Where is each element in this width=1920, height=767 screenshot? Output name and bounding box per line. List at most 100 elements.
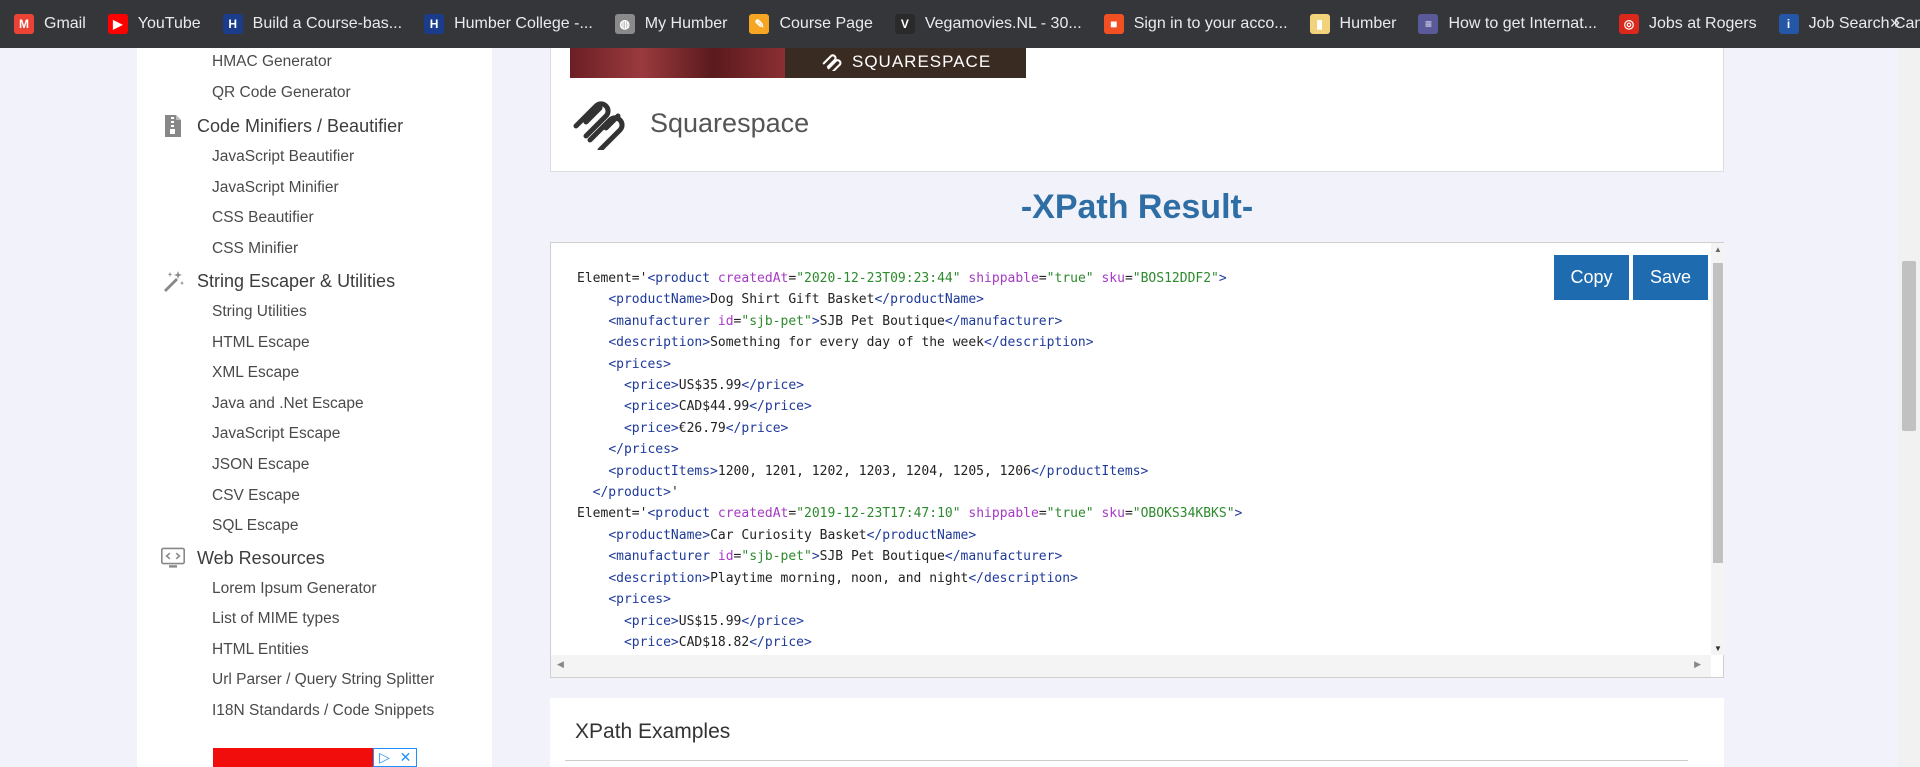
sidebar-item-string-utilities[interactable]: String Utilities (212, 303, 307, 321)
scroll-down-icon[interactable]: ▼ (1714, 644, 1722, 653)
globe-icon: ◍ (614, 14, 635, 34)
bookmark-item[interactable]: ▮ Humber (1309, 14, 1397, 34)
ad-choices[interactable]: ▷ ✕ (373, 748, 417, 767)
sidebar-section-label: Code Minifiers / Beautifier (197, 115, 404, 136)
sidebar-item-html-escape[interactable]: HTML Escape (212, 334, 310, 352)
bookmark-item[interactable]: H Build a Course-bas... (222, 14, 403, 34)
code-line: <productName>Dog Shirt Gift Basket</prod… (608, 292, 985, 308)
bookmark-label: Sign in to your acco... (1133, 15, 1288, 32)
squarespace-logo-icon (822, 54, 842, 71)
copy-button[interactable]: Copy (1554, 255, 1629, 300)
code-line: </prices> (608, 442, 679, 458)
file-zip-icon (161, 113, 185, 139)
bookmark-label: YouTube (137, 15, 201, 32)
code-line: Element='<product createdAt="2019-12-23T… (577, 506, 1243, 522)
bookmark-label: Gmail (44, 15, 86, 32)
ad-info-icon[interactable]: ▷ (374, 749, 395, 766)
sidebar-item-hmac-generator[interactable]: HMAC Generator (212, 53, 332, 71)
sidebar-section-string-escaper[interactable]: String Escaper & Utilities (161, 268, 395, 294)
ad-close-icon[interactable]: ✕ (395, 749, 416, 766)
bookmark-label: My Humber (644, 15, 728, 32)
page-scrollbar[interactable] (1898, 48, 1920, 767)
bookmark-label: How to get Internat... (1448, 15, 1597, 32)
ad-brand-name[interactable]: Squarespace (650, 108, 809, 139)
vegamovies-icon: V (894, 14, 915, 34)
sidebar-section-web-resources[interactable]: Web Resources (161, 545, 325, 571)
bookmarks-list: M Gmail ▶ YouTube H Build a Course-bas... H Hum… (14, 14, 1920, 34)
more-bookmarks-button[interactable]: » (1890, 12, 1900, 33)
bookmark-item[interactable]: ■ Sign in to your acco... (1103, 14, 1288, 34)
pencil-icon: ✎ (749, 14, 770, 34)
sidebar-item-json-escape[interactable]: JSON Escape (212, 456, 309, 474)
jobsearch-icon: i (1778, 14, 1799, 34)
ad-banner-text: SQUARESPACE (852, 52, 992, 71)
bookmark-label: Vegamovies.NL - 30... (924, 15, 1082, 32)
scrollbar-thumb[interactable] (1713, 263, 1723, 563)
code-line: <productName>Car Curiosity Basket</produ… (608, 527, 977, 543)
magic-wand-icon (161, 268, 185, 294)
sidebar-item-sql-escape[interactable]: SQL Escape (212, 517, 298, 535)
bookmark-label: Humber (1339, 15, 1397, 32)
ad-banner-image[interactable]: SQUARESPACE (570, 48, 1026, 78)
xpath-result-editor[interactable]: Element='<product createdAt="2020-12-23T… (550, 242, 1725, 678)
code-line: <price>CAD$44.99</price> (623, 399, 812, 415)
sidebar-item-javascript-minifier[interactable]: JavaScript Minifier (212, 179, 339, 197)
editor-horizontal-scrollbar[interactable]: ◀ ▶ (551, 655, 1711, 677)
sidebar-item-qr-code-generator[interactable]: QR Code Generator (212, 84, 351, 102)
bookmark-item[interactable]: V Vegamovies.NL - 30... (894, 14, 1082, 34)
bookmark-label: Job Search Canada... (1808, 15, 1920, 32)
ad-card[interactable]: SQUARESPACE Squarespace (550, 48, 1724, 172)
sidebar-item-i18n-standards[interactable]: I18N Standards / Code Snippets (212, 702, 434, 720)
humber-icon: H (424, 14, 445, 34)
bookmark-item[interactable]: ✎ Course Page (749, 14, 873, 34)
sidebar-item-javascript-escape[interactable]: JavaScript Escape (212, 425, 340, 443)
code-line: </product>' (592, 485, 679, 501)
bookmark-item[interactable]: ▶ YouTube (107, 14, 201, 34)
sidebar-section-label: Web Resources (197, 547, 325, 568)
sidebar-item-java-net-escape[interactable]: Java and .Net Escape (212, 395, 364, 413)
bookmark-label: Humber College -... (454, 15, 593, 32)
bookmark-item[interactable]: ≡ How to get Internat... (1418, 14, 1597, 34)
sidebar-item-html-entities[interactable]: HTML Entities (212, 641, 309, 659)
scroll-up-icon[interactable]: ▲ (1714, 245, 1722, 254)
youtube-icon: ▶ (107, 14, 128, 34)
code-content[interactable]: Element='<product createdAt="2020-12-23T… (577, 268, 1242, 653)
sidebar-item-javascript-beautifier[interactable]: JavaScript Beautifier (212, 148, 354, 166)
code-line: <prices> (608, 592, 671, 608)
code-line: <price>€26.79</price> (623, 420, 789, 436)
code-line: <price>US$15.99</price> (623, 613, 805, 629)
main-content: SQUARESPACE Squarespace -XPath Result- E… (540, 48, 1762, 767)
save-button[interactable]: Save (1633, 255, 1708, 300)
sidebar-item-xml-escape[interactable]: XML Escape (212, 364, 299, 382)
sidebar-item-lorem-ipsum-generator[interactable]: Lorem Ipsum Generator (212, 580, 377, 598)
sidebar-item-mime-types[interactable]: List of MIME types (212, 610, 339, 628)
squarespace-logo-icon (573, 101, 625, 150)
scroll-left-icon[interactable]: ◀ (557, 659, 564, 670)
sidebar-item-css-beautifier[interactable]: CSS Beautifier (212, 209, 314, 227)
code-line: <productItems>1200, 1201, 1202, 1203, 12… (608, 463, 1149, 479)
sidebar-section-code-minifiers[interactable]: Code Minifiers / Beautifier (161, 113, 403, 139)
page-title: -XPath Result- (1020, 188, 1254, 226)
bookmark-item[interactable]: M Gmail (14, 14, 86, 34)
sidebar-item-url-parser[interactable]: Url Parser / Query String Splitter (212, 671, 434, 689)
sidebar-item-csv-escape[interactable]: CSV Escape (212, 487, 300, 505)
page-scrollbar-thumb[interactable] (1902, 261, 1916, 431)
humber-icon: H (222, 14, 243, 34)
code-line: <manufacturer id="sjb-pet">SJB Pet Bouti… (608, 549, 1063, 565)
divider (565, 760, 1688, 761)
sidebar: HMAC Generator QR Code Generator Code Mi… (137, 48, 492, 767)
monitor-code-icon (161, 545, 185, 571)
folder-icon: ▮ (1309, 14, 1330, 34)
editor-vertical-scrollbar[interactable]: ▲ ▼ (1711, 243, 1725, 655)
scroll-right-icon[interactable]: ▶ (1694, 659, 1701, 670)
bookmark-item[interactable]: ◍ My Humber (614, 14, 728, 34)
bookmark-label: Build a Course-bas... (252, 15, 403, 32)
bookmarks-bar: M Gmail ▶ YouTube H Build a Course-bas... H Hum… (0, 0, 1920, 48)
bookmark-label: Course Page (779, 15, 873, 32)
sidebar-section-label: String Escaper & Utilities (197, 270, 396, 291)
microsoft-icon: ■ (1103, 14, 1124, 34)
bookmark-item[interactable]: H Humber College -... (424, 14, 593, 34)
examples-card: XPath Examples (550, 698, 1724, 767)
sidebar-item-css-minifier[interactable]: CSS Minifier (212, 240, 298, 258)
bookmark-item[interactable]: ◎ Jobs at Rogers (1618, 14, 1757, 34)
